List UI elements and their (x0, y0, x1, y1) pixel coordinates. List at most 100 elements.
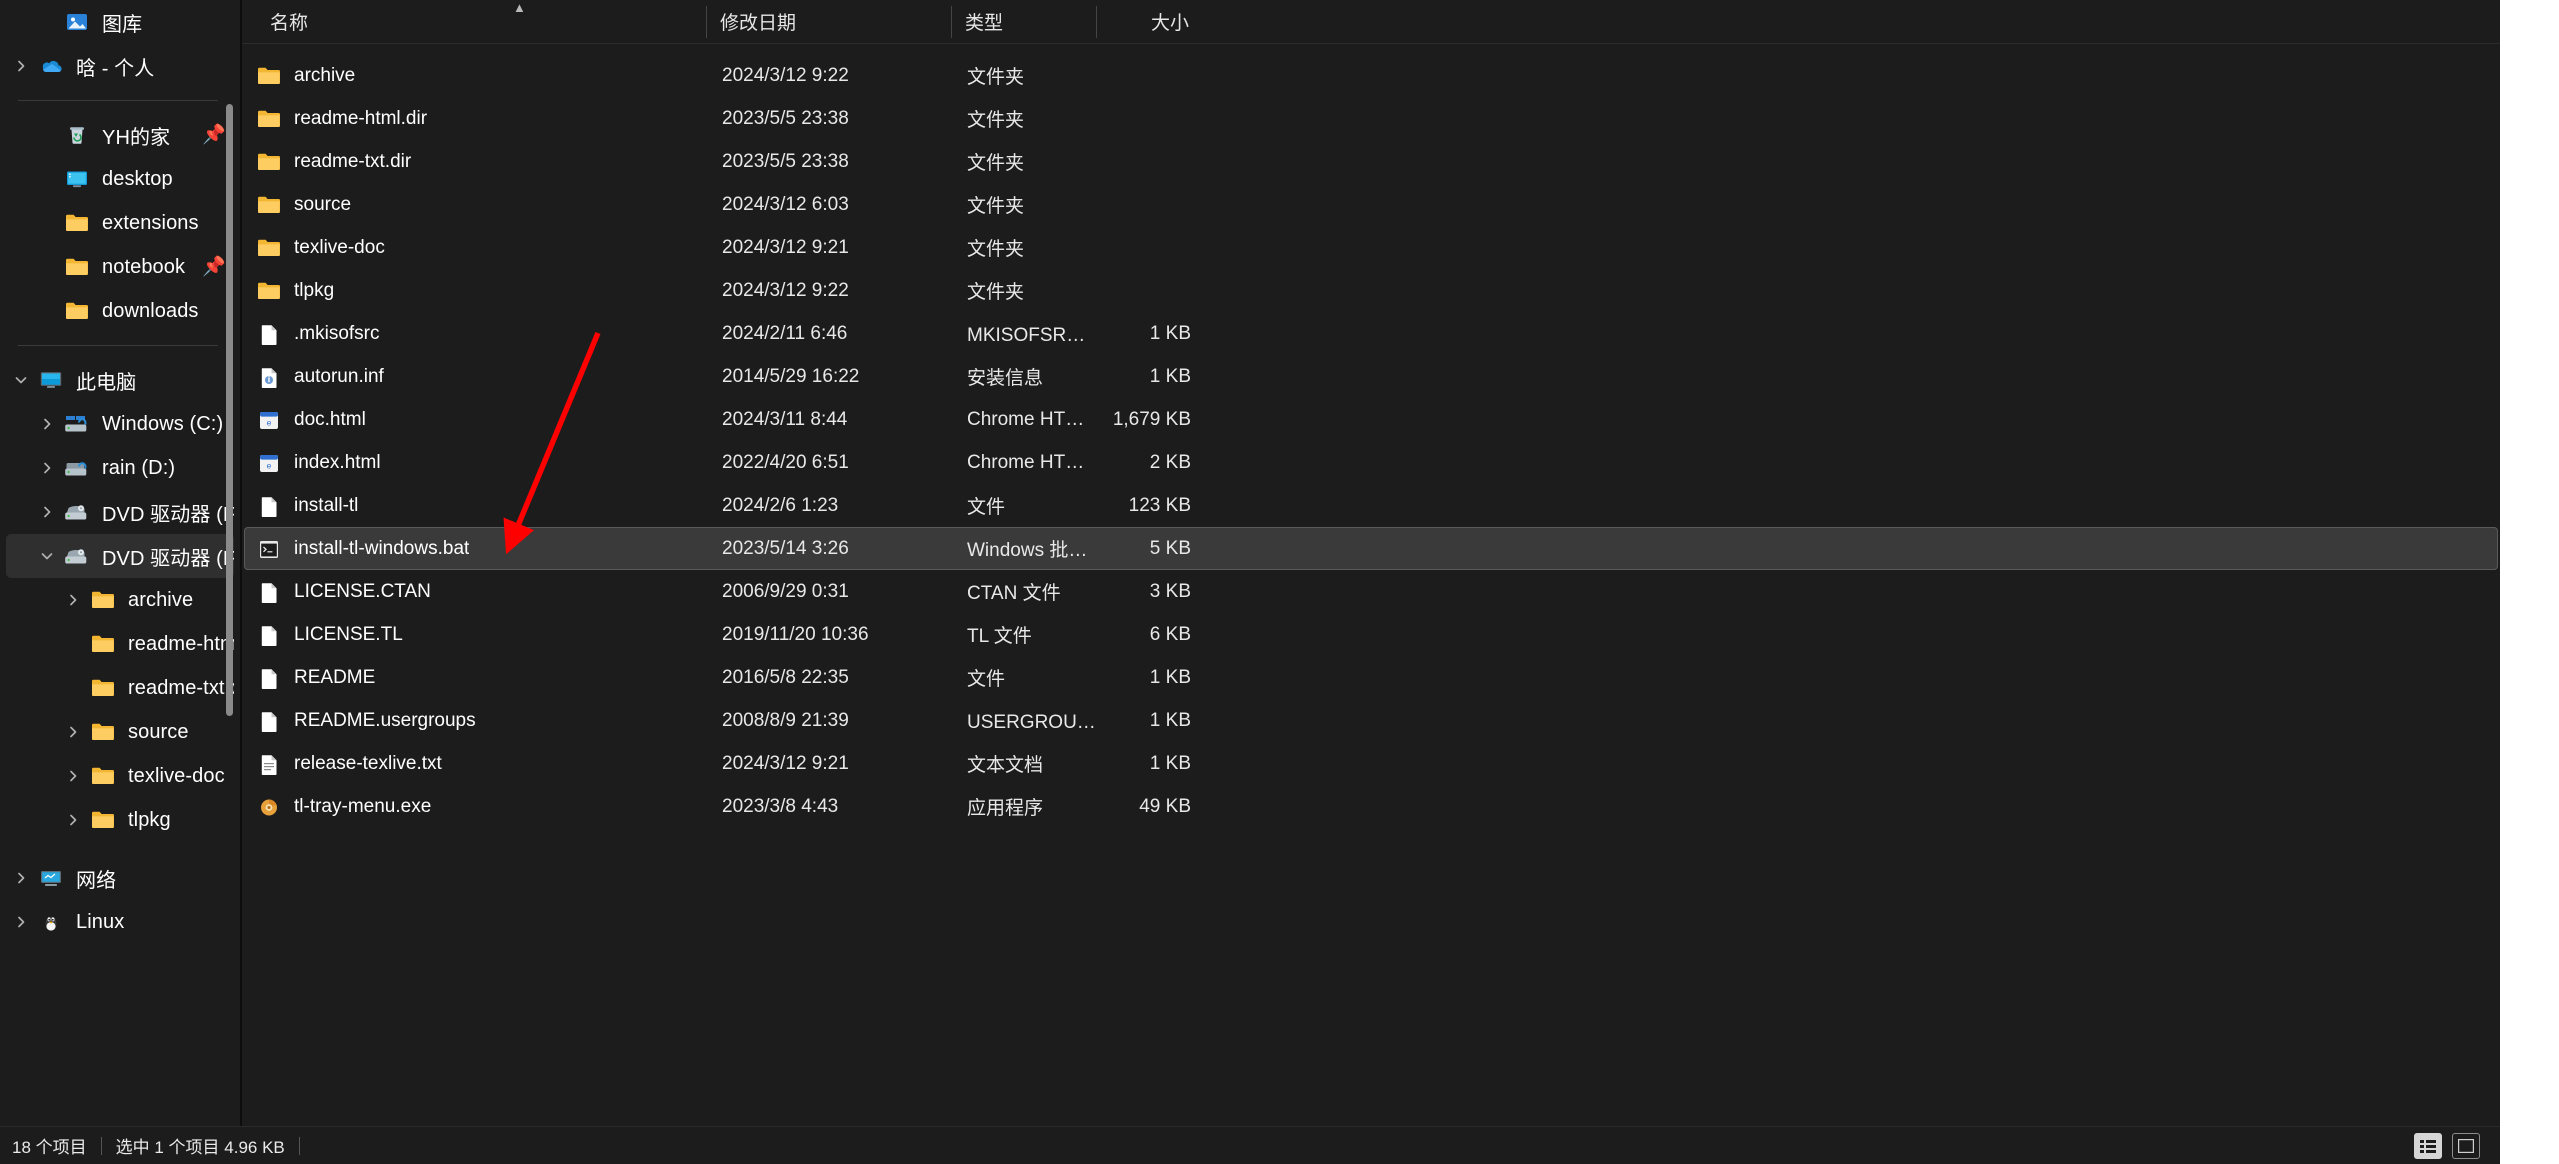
file-name-cell[interactable]: install-tl-windows.bat (244, 537, 708, 561)
file-name-cell[interactable]: archive (244, 64, 708, 88)
sidebar-item-desktop[interactable]: desktop (6, 157, 234, 201)
sidebar-item-[interactable]: 网络 (6, 856, 234, 900)
table-row[interactable]: install-tl2024/2/6 1:23文件123 KB (244, 484, 2498, 527)
chevron-right-icon[interactable] (6, 871, 36, 885)
file-size-cell: 1 KB (1098, 366, 1203, 388)
table-row[interactable]: LICENSE.TL2019/11/20 10:36TL 文件6 KB (244, 613, 2498, 656)
table-row[interactable]: .mkisofsrc2024/2/11 6:46MKISOFSRC 文件1 KB (244, 312, 2498, 355)
sidebar-item-readme-html-d[interactable]: readme-html.d (6, 622, 234, 666)
sidebar-item-dvd-f-t[interactable]: DVD 驱动器 (F:) T (6, 534, 234, 578)
chevron-right-icon[interactable] (58, 769, 88, 783)
sidebar-item-archive[interactable]: archive (6, 578, 234, 622)
sidebar-item-readme-txt-dir[interactable]: readme-txt.dir (6, 666, 234, 710)
table-row[interactable]: README2016/5/8 22:35文件1 KB (244, 656, 2498, 699)
file-date-cell: 2024/3/11 8:44 (708, 409, 953, 431)
sidebar-item-[interactable]: 此电脑 (6, 358, 234, 402)
column-header-size[interactable]: 大小 (1096, 0, 1201, 44)
sidebar-item-yh[interactable]: YH的家📌 (6, 113, 234, 157)
sidebar-item-notebook[interactable]: notebook 📌 (6, 245, 234, 289)
file-icon (256, 623, 282, 647)
file-name-cell[interactable]: README (244, 666, 708, 690)
file-name-cell[interactable]: install-tl (244, 494, 708, 518)
table-row[interactable]: source2024/3/12 6:03文件夹 (244, 183, 2498, 226)
file-name-cell[interactable]: eindex.html (244, 451, 708, 475)
file-name-cell[interactable]: README.usergroups (244, 709, 708, 733)
table-row[interactable]: tlpkg2024/3/12 9:22文件夹 (244, 269, 2498, 312)
file-name-cell[interactable]: tlpkg (244, 279, 708, 303)
sidebar-item-extensions[interactable]: extensions (6, 201, 234, 245)
file-name-cell[interactable]: LICENSE.TL (244, 623, 708, 647)
file-name-cell[interactable]: release-texlive.txt (244, 752, 708, 776)
table-row[interactable]: release-texlive.txt2024/3/12 9:21文本文档1 K… (244, 742, 2498, 785)
table-row[interactable]: tl-tray-menu.exe2023/3/8 4:43应用程序49 KB (244, 785, 2498, 828)
chevron-right-icon[interactable] (58, 725, 88, 739)
navigation-scrollbar-thumb[interactable] (226, 104, 233, 716)
file-name-cell[interactable]: LICENSE.CTAN (244, 580, 708, 604)
sidebar-item-[interactable]: 图库 (6, 0, 234, 44)
table-row[interactable]: edoc.html2024/3/11 8:44Chrome HTML Doc..… (244, 398, 2498, 441)
navigation-pane[interactable]: 图库晗 - 个人 YH的家📌desktopextensions notebook 📌 d… (0, 0, 240, 1126)
pin-icon[interactable]: 📌 (202, 126, 226, 145)
folder-icon (88, 631, 118, 657)
file-name-cell[interactable]: readme-txt.dir (244, 150, 708, 174)
table-row[interactable]: LICENSE.CTAN2006/9/29 0:31CTAN 文件3 KB (244, 570, 2498, 613)
file-name-cell[interactable]: edoc.html (244, 408, 708, 432)
chevron-right-icon[interactable] (32, 505, 62, 519)
table-row[interactable]: archive2024/3/12 9:22文件夹 (244, 54, 2498, 97)
table-row[interactable]: readme-txt.dir2023/5/5 23:38文件夹 (244, 140, 2498, 183)
sidebar-item-dvd-f[interactable]: DVD 驱动器 (F:) (6, 490, 234, 534)
file-size-cell: 1 KB (1098, 753, 1203, 775)
table-row[interactable]: eindex.html2022/4/20 6:51Chrome HTML Doc… (244, 441, 2498, 484)
table-row[interactable]: install-tl-windows.bat2023/5/14 3:26Wind… (244, 527, 2498, 570)
large-icons-view-button[interactable] (2452, 1133, 2480, 1159)
file-list[interactable]: archive2024/3/12 9:22文件夹readme-html.dir2… (242, 44, 2500, 1126)
chevron-right-icon[interactable] (58, 813, 88, 827)
navigation-scrollbar[interactable] (224, 0, 234, 1126)
file-name-cell[interactable]: autorun.inf (244, 365, 708, 389)
column-header-date[interactable]: 修改日期 (706, 0, 951, 44)
file-name-cell[interactable]: .mkisofsrc (244, 322, 708, 346)
chevron-down-icon[interactable] (32, 549, 62, 563)
chevron-right-icon[interactable] (6, 915, 36, 929)
details-view-button[interactable] (2414, 1133, 2442, 1159)
folder-icon (256, 279, 282, 303)
screenshot-root: 图库晗 - 个人 YH的家📌desktopextensions notebook 📌 d… (0, 0, 2559, 1164)
chevron-down-icon[interactable] (6, 373, 36, 387)
file-icon (256, 709, 282, 733)
sidebar-item-label: DVD 驱动器 (F:) T (102, 542, 234, 571)
sidebar-item-label: DVD 驱动器 (F:) (102, 498, 234, 527)
table-row[interactable]: texlive-doc2024/3/12 9:21文件夹 (244, 226, 2498, 269)
file-name-cell[interactable]: tl-tray-menu.exe (244, 795, 708, 819)
sidebar-item-linux[interactable]: Linux (6, 900, 234, 944)
file-date-cell: 2024/3/12 9:22 (708, 280, 953, 302)
column-header-type[interactable]: 类型 (951, 0, 1096, 44)
chevron-right-icon[interactable] (32, 461, 62, 475)
sidebar-item-label: notebook (102, 256, 185, 279)
sidebar-item-tlpkg[interactable]: tlpkg (6, 798, 234, 842)
sidebar-item-windows-c[interactable]: Windows (C:) (6, 402, 234, 446)
sidebar-item-[interactable]: 晗 - 个人 (6, 44, 234, 88)
table-row[interactable]: readme-html.dir2023/5/5 23:38文件夹 (244, 97, 2498, 140)
dvd-icon (62, 543, 92, 569)
file-size-cell: 1,679 KB (1098, 409, 1203, 431)
file-name-cell[interactable]: texlive-doc (244, 236, 708, 260)
chevron-right-icon[interactable] (58, 593, 88, 607)
navigation-tree[interactable]: 图库晗 - 个人 YH的家📌desktopextensions notebook 📌 d… (0, 0, 240, 944)
file-date-cell: 2023/5/5 23:38 (708, 108, 953, 130)
chevron-right-icon[interactable] (32, 417, 62, 431)
table-row[interactable]: autorun.inf2014/5/29 16:22安装信息1 KB (244, 355, 2498, 398)
sidebar-item-texlive-doc[interactable]: texlive-doc (6, 754, 234, 798)
sidebar-item-label: 网络 (76, 864, 116, 893)
pin-icon[interactable]: 📌 (202, 258, 226, 277)
table-row[interactable]: README.usergroups2008/8/9 21:39USERGROUP… (244, 699, 2498, 742)
sidebar-item-downloads[interactable]: downloads (6, 289, 234, 333)
sidebar-item-rain-d[interactable]: rain (D:) (6, 446, 234, 490)
column-header-name[interactable]: ▲ 名称 (256, 0, 706, 44)
sidebar-item-source[interactable]: source (6, 710, 234, 754)
file-type-cell: Chrome HTML Doc... (953, 452, 1098, 474)
view-toggle-group[interactable] (2414, 1133, 2480, 1159)
svg-text:e: e (267, 460, 272, 470)
file-name-cell[interactable]: readme-html.dir (244, 107, 708, 131)
chevron-right-icon[interactable] (6, 59, 36, 73)
file-name-cell[interactable]: source (244, 193, 708, 217)
